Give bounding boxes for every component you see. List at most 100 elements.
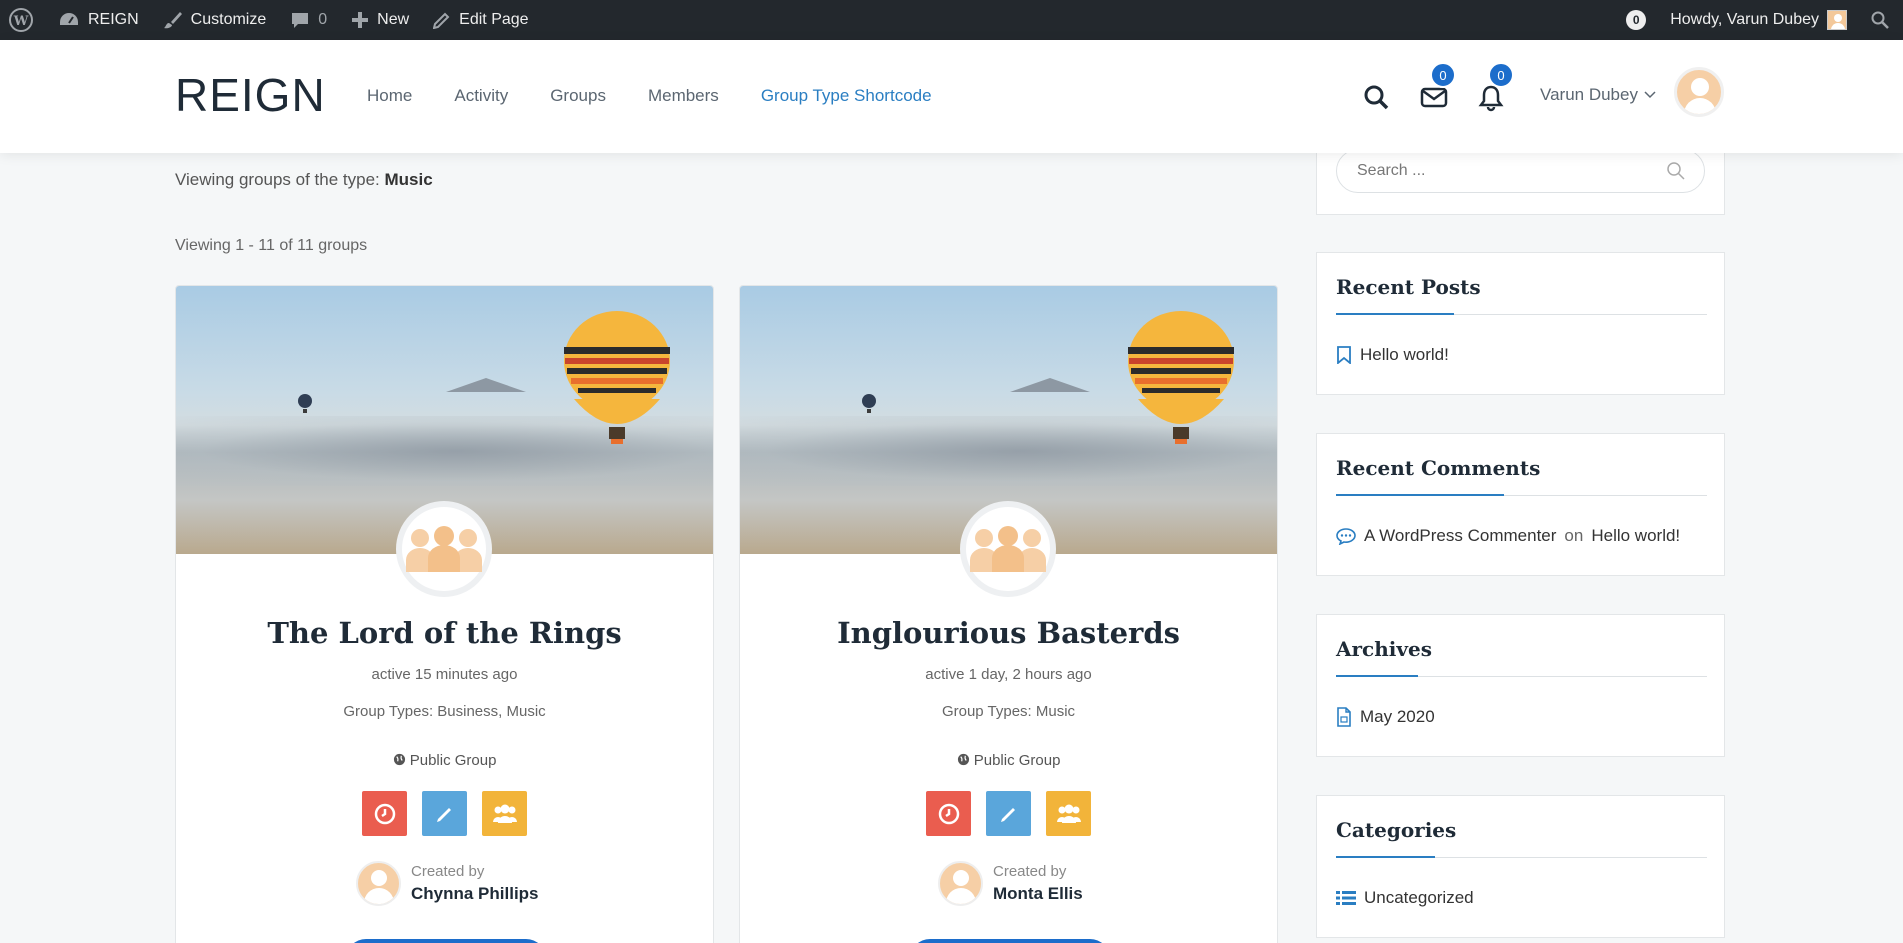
edit-page-link[interactable]: Edit Page xyxy=(421,0,540,40)
site-header: REIGN Home Activity Groups Members Group… xyxy=(0,40,1903,153)
admin-avatar xyxy=(1827,10,1847,30)
group-activity-button[interactable] xyxy=(362,791,407,836)
recent-comments-widget: Recent Comments A WordPress Commenter on… xyxy=(1316,433,1725,576)
viewing-type-text: Viewing groups of the type: Music xyxy=(175,170,433,190)
sidebar-search-input[interactable]: Search ... xyxy=(1336,149,1705,193)
recent-post-link[interactable]: Hello world! xyxy=(1360,345,1449,365)
group-avatar[interactable] xyxy=(960,501,1056,597)
group-members-button[interactable] xyxy=(482,791,527,836)
user-menu-toggle[interactable]: Varun Dubey xyxy=(1540,85,1656,105)
nav-group-type-shortcode[interactable]: Group Type Shortcode xyxy=(761,86,932,106)
created-by-label: Created by xyxy=(411,863,485,880)
new-label: New xyxy=(377,11,410,28)
hot-air-balloon-graphic xyxy=(1128,311,1234,444)
search-placeholder: Search ... xyxy=(1357,162,1426,179)
group-types: Group Types: Business, Music xyxy=(343,703,546,720)
group-edit-button[interactable] xyxy=(422,791,467,836)
small-balloon-graphic xyxy=(862,394,876,413)
nav-groups[interactable]: Groups xyxy=(550,86,606,106)
join-group-button[interactable] xyxy=(346,939,546,943)
wordpress-logo-button[interactable]: W xyxy=(0,0,46,40)
header-search-button[interactable] xyxy=(1363,84,1391,112)
hot-air-balloon-graphic xyxy=(564,311,670,444)
group-title[interactable]: Inglourious Basterds xyxy=(740,616,1277,650)
group-status-label: Public Group xyxy=(973,752,1061,769)
group-creator: Created by Chynna Phillips xyxy=(356,861,539,906)
clock-icon xyxy=(938,803,959,824)
group-title[interactable]: The Lord of the Rings xyxy=(176,616,713,650)
file-icon xyxy=(1337,707,1351,727)
category-link[interactable]: Uncategorized xyxy=(1364,888,1474,908)
user-avatar[interactable] xyxy=(1674,67,1724,117)
pagination-count: Viewing 1 - 11 of 11 groups xyxy=(175,237,368,254)
edit-page-label: Edit Page xyxy=(459,11,529,28)
search-icon xyxy=(1364,85,1389,110)
group-status: Public Group xyxy=(176,752,713,769)
nav-members[interactable]: Members xyxy=(648,86,719,106)
archive-link[interactable]: May 2020 xyxy=(1360,707,1435,727)
pencil-icon xyxy=(1000,807,1015,822)
widget-title: Archives xyxy=(1336,637,1432,661)
widget-title: Recent Posts xyxy=(1336,275,1481,299)
group-creator: Created by Monta Ellis xyxy=(938,861,1083,906)
group-members-button[interactable] xyxy=(1046,791,1091,836)
bookmark-icon xyxy=(1337,346,1351,364)
comments-link[interactable]: 0 xyxy=(278,0,339,40)
widget-title: Recent Comments xyxy=(1336,456,1541,480)
group-actions xyxy=(740,791,1277,836)
group-edit-button[interactable] xyxy=(986,791,1031,836)
nav-activity[interactable]: Activity xyxy=(454,86,508,106)
globe-icon xyxy=(393,753,405,766)
wordpress-icon: W xyxy=(9,8,33,32)
customize-link[interactable]: Customize xyxy=(151,0,279,40)
recent-comment-item: A WordPress Commenter on Hello world! xyxy=(1336,526,1680,546)
clock-icon xyxy=(374,803,395,824)
search-icon[interactable] xyxy=(1666,161,1686,181)
archives-widget: Archives May 2020 xyxy=(1316,614,1725,757)
viewing-type-value: Music xyxy=(384,170,433,189)
recent-post-item: Hello world! xyxy=(1336,345,1449,365)
creator-avatar[interactable] xyxy=(938,861,983,906)
comment-author-link[interactable]: A WordPress Commenter xyxy=(1364,526,1556,546)
plus-icon xyxy=(352,12,369,28)
join-group-button[interactable] xyxy=(910,939,1110,943)
users-group-icon xyxy=(406,526,482,572)
messages-button[interactable]: 0 xyxy=(1420,62,1456,112)
bell-icon xyxy=(1478,85,1504,112)
comment-post-link[interactable]: Hello world! xyxy=(1591,526,1680,546)
site-logo[interactable]: REIGN xyxy=(175,68,326,122)
created-by-label: Created by xyxy=(993,863,1067,880)
nav-home[interactable]: Home xyxy=(367,86,412,106)
group-avatar[interactable] xyxy=(396,501,492,597)
users-group-icon xyxy=(970,526,1046,572)
main-nav: Home Activity Groups Members Group Type … xyxy=(367,86,974,106)
small-balloon-graphic xyxy=(298,394,312,413)
notifications-button[interactable]: 0 xyxy=(1478,62,1514,112)
customize-label: Customize xyxy=(190,11,267,28)
chevron-down-icon xyxy=(1644,91,1656,99)
admin-search-button[interactable] xyxy=(1859,0,1903,40)
users-icon xyxy=(1056,804,1081,823)
group-types: Group Types: Music xyxy=(941,703,1076,720)
notifications-count-button[interactable]: 0 xyxy=(1614,0,1658,40)
svg-text:W: W xyxy=(13,14,29,29)
dashboard-icon xyxy=(60,13,78,25)
comment-icon xyxy=(1336,528,1356,545)
site-name-link[interactable]: REIGN xyxy=(46,0,151,40)
comment-on-text: on xyxy=(1564,526,1584,545)
comment-icon xyxy=(292,13,309,28)
group-last-active: active 1 day, 2 hours ago xyxy=(925,666,1092,683)
globe-icon xyxy=(957,753,969,766)
notification-count-badge: 0 xyxy=(1626,10,1647,30)
new-content-link[interactable]: New xyxy=(339,0,421,40)
my-account-link[interactable]: Howdy, Varun Dubey xyxy=(1658,0,1859,40)
howdy-text: Howdy, Varun Dubey xyxy=(1670,11,1819,28)
recent-posts-widget: Recent Posts Hello world! xyxy=(1316,252,1725,395)
group-activity-button[interactable] xyxy=(926,791,971,836)
categories-widget: Categories Uncategorized xyxy=(1316,795,1725,938)
creator-name[interactable]: Monta Ellis xyxy=(993,884,1083,904)
archive-item: May 2020 xyxy=(1336,707,1435,727)
category-item: Uncategorized xyxy=(1336,888,1474,908)
creator-avatar[interactable] xyxy=(356,861,401,906)
creator-name[interactable]: Chynna Phillips xyxy=(411,884,539,904)
